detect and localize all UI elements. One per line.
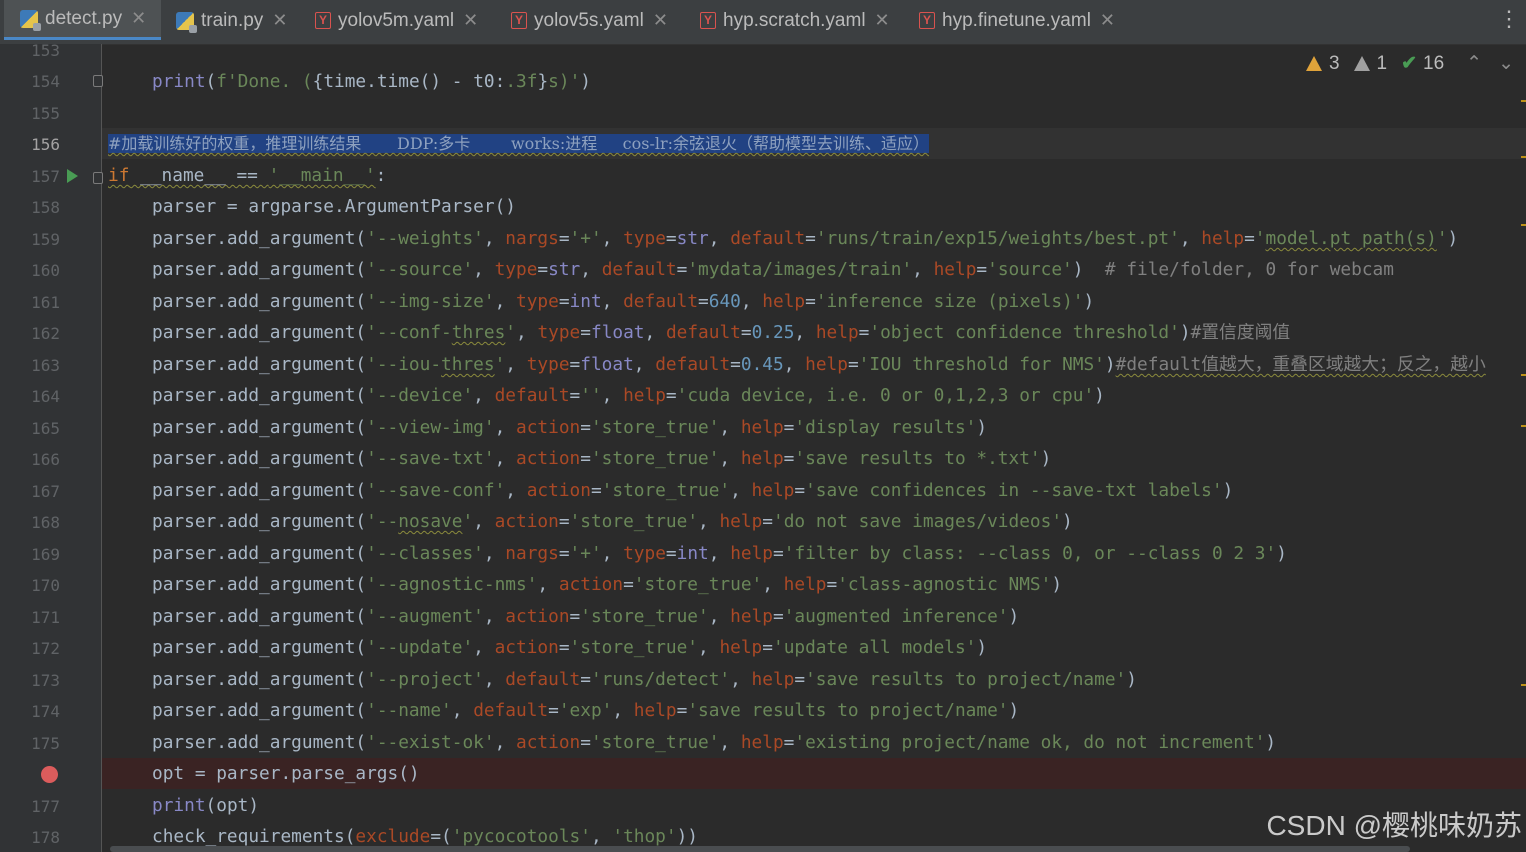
close-icon[interactable]: ✕ xyxy=(1100,10,1115,31)
line-number: 174 xyxy=(31,702,60,721)
tab-hyp-scratch-yaml[interactable]: Y hyp.scratch.yaml ✕ xyxy=(700,0,890,41)
scrollbar-marker[interactable] xyxy=(1521,224,1526,226)
close-icon[interactable]: ✕ xyxy=(875,10,890,31)
close-icon[interactable]: ✕ xyxy=(272,10,287,31)
line-number: 178 xyxy=(31,828,60,847)
line-number: 161 xyxy=(31,293,60,312)
line-number: 157 xyxy=(31,167,60,186)
code-editor[interactable]: print(f'Done. ({time.time() - t0:.3f}s)'… xyxy=(102,44,1526,852)
line-number-gutter[interactable]: 153 154 155 156 157 158 159 160 161 162 … xyxy=(0,41,103,852)
code-line: parser.add_argument('--source', type=str… xyxy=(152,259,1394,280)
code-line: parser.add_argument('--iou-thres', type=… xyxy=(152,354,1486,375)
code-line: if __name__ == '__main__': xyxy=(108,165,387,186)
yaml-file-icon: Y xyxy=(511,12,527,29)
editor-tab-bar: detect.py ✕ train.py ✕ Y yolov5m.yaml ✕ … xyxy=(0,0,1526,45)
tab-label: hyp.scratch.yaml xyxy=(723,9,866,31)
line-number: 158 xyxy=(31,198,60,217)
tab-label: yolov5s.yaml xyxy=(534,9,644,31)
scrollbar-marker[interactable] xyxy=(1521,374,1526,376)
tab-yolov5m-yaml[interactable]: Y yolov5m.yaml ✕ xyxy=(315,0,478,41)
chevron-up-icon[interactable]: ⌃ xyxy=(1466,52,1482,75)
line-number: 159 xyxy=(31,230,60,249)
python-file-icon xyxy=(20,9,41,31)
code-line: parser.add_argument('--name', default='e… xyxy=(152,700,1020,721)
line-number: 169 xyxy=(31,545,60,564)
check-icon: ✔ xyxy=(1401,53,1418,74)
tab-label: yolov5m.yaml xyxy=(338,9,455,31)
line-number: 155 xyxy=(31,104,60,123)
yaml-file-icon: Y xyxy=(700,12,716,29)
yaml-file-icon: Y xyxy=(919,12,935,29)
selected-comment: #加载训练好的权重，推理训练结果 DDP:多卡 works:进程 cos-lr:… xyxy=(108,134,930,153)
python-file-icon xyxy=(176,11,197,33)
breakpoint-icon[interactable] xyxy=(41,766,58,783)
line-number: 167 xyxy=(31,482,60,501)
code-line: parser.add_argument('--save-txt', action… xyxy=(152,448,1052,469)
code-line: parser.add_argument('--save-conf', actio… xyxy=(152,480,1234,501)
close-icon[interactable]: ✕ xyxy=(131,8,146,29)
tab-label: detect.py xyxy=(45,7,123,29)
line-number: 172 xyxy=(31,639,60,658)
weak-warning-count: 1 xyxy=(1376,52,1388,74)
code-line-current: #加载训练好的权重，推理训练结果 DDP:多卡 works:进程 cos-lr:… xyxy=(102,128,1526,159)
code-line: parser.add_argument('--nosave', action='… xyxy=(152,511,1073,532)
line-number: 175 xyxy=(31,734,60,753)
line-number: 163 xyxy=(31,356,60,375)
line-number: 164 xyxy=(31,387,60,406)
run-icon[interactable] xyxy=(67,169,78,183)
code-line: parser.add_argument('--classes', nargs='… xyxy=(152,543,1287,564)
builtin-print: print xyxy=(152,71,206,92)
line-number: 162 xyxy=(31,324,60,343)
line-number: 166 xyxy=(31,450,60,469)
tab-yolov5s-yaml[interactable]: Y yolov5s.yaml ✕ xyxy=(511,0,668,41)
code-line-breakpoint: opt = parser.parse_args() xyxy=(102,758,1526,789)
code-line: parser.add_argument('--agnostic-nms', ac… xyxy=(152,574,1063,595)
tab-train-py[interactable]: train.py ✕ xyxy=(176,0,287,41)
close-icon[interactable]: ✕ xyxy=(653,10,668,31)
code-line: parser.add_argument('--update', action='… xyxy=(152,637,988,658)
code-line: parser.add_argument('--augment', action=… xyxy=(152,606,1020,627)
warning-icon xyxy=(1305,56,1322,71)
ok-count: 16 xyxy=(1423,52,1445,74)
line-number: 173 xyxy=(31,671,60,690)
line-number: 177 xyxy=(31,797,60,816)
weak-warning-icon xyxy=(1353,56,1370,71)
line-number: 165 xyxy=(31,419,60,438)
line-number: 170 xyxy=(31,576,60,595)
close-icon[interactable]: ✕ xyxy=(463,10,478,31)
line-number: 160 xyxy=(31,261,60,280)
yaml-file-icon: Y xyxy=(315,12,331,29)
horizontal-scrollbar[interactable] xyxy=(110,846,1410,852)
fstring: f'Done. ( xyxy=(216,71,313,92)
tab-hyp-finetune-yaml[interactable]: Y hyp.finetune.yaml ✕ xyxy=(919,0,1115,41)
line-number: 153 xyxy=(31,41,60,60)
code-line: parser.add_argument('--exist-ok', action… xyxy=(152,732,1277,753)
more-tabs-icon[interactable]: ⋮ xyxy=(1498,8,1520,30)
code-line: parser.add_argument('--img-size', type=i… xyxy=(152,291,1095,312)
code-line: parser.add_argument('--weights', nargs='… xyxy=(152,228,1459,249)
tab-label: train.py xyxy=(201,9,264,31)
tab-label: hyp.finetune.yaml xyxy=(942,9,1091,31)
code-line: parser = argparse.ArgumentParser() xyxy=(152,196,516,217)
line-number: 171 xyxy=(31,608,60,627)
code-line: parser.add_argument('--conf-thres', type… xyxy=(152,322,1291,343)
scrollbar-marker[interactable] xyxy=(1521,684,1526,686)
tab-detect-py[interactable]: detect.py ✕ xyxy=(4,0,161,40)
warning-count: 3 xyxy=(1328,52,1340,74)
scrollbar-marker[interactable] xyxy=(1521,100,1526,102)
line-number: 168 xyxy=(31,513,60,532)
scrollbar-marker[interactable] xyxy=(1521,156,1526,158)
watermark: CSDN @樱桃味奶苏 xyxy=(1266,810,1522,841)
inspection-widget[interactable]: 3 1 ✔ 16 ⌃ ⌄ xyxy=(1305,52,1514,75)
code-line: parser.add_argument('--view-img', action… xyxy=(152,417,988,438)
chevron-down-icon[interactable]: ⌄ xyxy=(1498,52,1514,75)
scrollbar-marker[interactable] xyxy=(1521,425,1526,427)
line-number-current: 156 xyxy=(31,135,60,154)
code-line: parser.add_argument('--project', default… xyxy=(152,669,1137,690)
line-number: 154 xyxy=(31,72,60,91)
code-line: parser.add_argument('--device', default=… xyxy=(152,385,1105,406)
